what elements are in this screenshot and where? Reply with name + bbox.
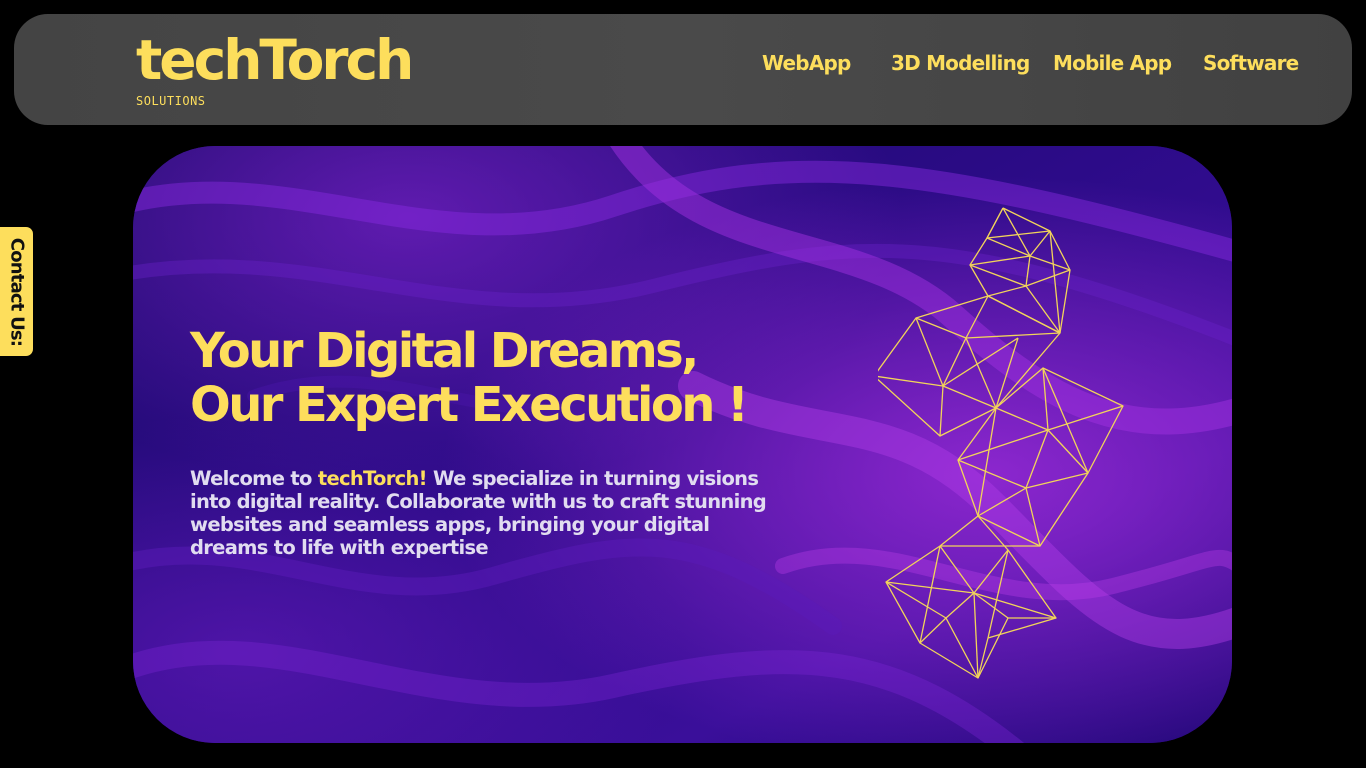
brand-logo[interactable]: techTorch SOLUTIONS — [136, 28, 414, 108]
hero-text-brand: techTorch! — [317, 467, 428, 490]
top-navbar: techTorch SOLUTIONS WebApp 3D Modelling … — [14, 14, 1352, 125]
hero-title: Your Digital Dreams, Our Expert Executio… — [190, 324, 830, 432]
hero-description: Welcome to techTorch! We specialize in t… — [190, 467, 790, 559]
low-poly-mesh-icon — [878, 207, 1124, 679]
hero-title-line-1: Your Digital Dreams, — [190, 323, 699, 379]
nav-item-3d-modelling[interactable]: 3D Modelling — [891, 51, 1030, 75]
nav-item-mobile-app[interactable]: Mobile App — [1053, 51, 1172, 75]
contact-us-tab[interactable]: Contact Us: — [0, 227, 33, 356]
brand-name: techTorch — [136, 28, 414, 92]
contact-us-label: Contact Us: — [6, 237, 27, 346]
nav-item-webapp[interactable]: WebApp — [762, 51, 851, 75]
nav-item-software[interactable]: Software — [1203, 51, 1299, 75]
hero-banner: Your Digital Dreams, Our Expert Executio… — [133, 146, 1232, 743]
hero-title-line-2: Our Expert Execution ! — [190, 377, 749, 433]
brand-subtitle: SOLUTIONS — [136, 94, 206, 108]
hero-text-prefix: Welcome to — [190, 467, 318, 490]
